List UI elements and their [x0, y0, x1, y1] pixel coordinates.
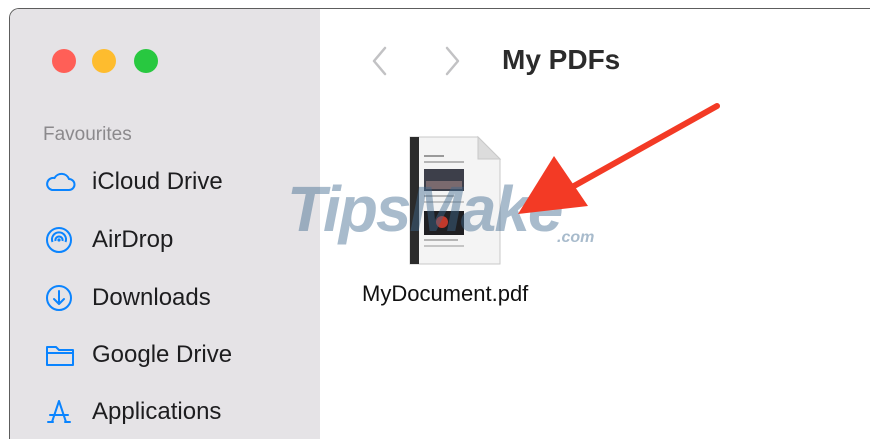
close-window-button[interactable] [52, 49, 76, 73]
main-content: My PDFs MyDocument.pdf [320, 9, 870, 439]
minimize-window-button[interactable] [92, 49, 116, 73]
sidebar-item-downloads[interactable]: Downloads [44, 278, 211, 318]
sidebar-item-airdrop[interactable]: AirDrop [44, 220, 173, 260]
downloads-icon [44, 282, 76, 314]
sidebar-item-label: iCloud Drive [92, 168, 223, 195]
pdf-document-icon[interactable] [404, 127, 504, 267]
airdrop-icon [44, 224, 76, 256]
sidebar-item-label: Google Drive [92, 341, 233, 368]
applications-icon [44, 396, 76, 428]
forward-button[interactable] [440, 41, 464, 81]
file-name-label[interactable]: MyDocument.pdf [362, 281, 528, 307]
sidebar-item-icloud-drive[interactable]: iCloud Drive [44, 162, 223, 202]
finder-window: Favourites iCloud Drive AirDrop Download… [9, 8, 870, 439]
sidebar-item-google-drive[interactable]: Google Drive [44, 335, 232, 375]
back-button[interactable] [368, 41, 392, 81]
annotation-arrow [518, 103, 720, 214]
folder-title: My PDFs [502, 44, 621, 75]
sidebar: Favourites iCloud Drive AirDrop Download… [10, 9, 320, 439]
zoom-window-button[interactable] [134, 49, 158, 73]
sidebar-item-applications[interactable]: Applications [44, 392, 221, 432]
sidebar-item-label: Downloads [92, 284, 211, 311]
cloud-icon [44, 166, 76, 198]
folder-icon [44, 339, 76, 371]
sidebar-item-label: Applications [92, 398, 222, 425]
sidebar-section-favourites: Favourites [43, 124, 132, 145]
sidebar-item-label: AirDrop [92, 226, 174, 253]
